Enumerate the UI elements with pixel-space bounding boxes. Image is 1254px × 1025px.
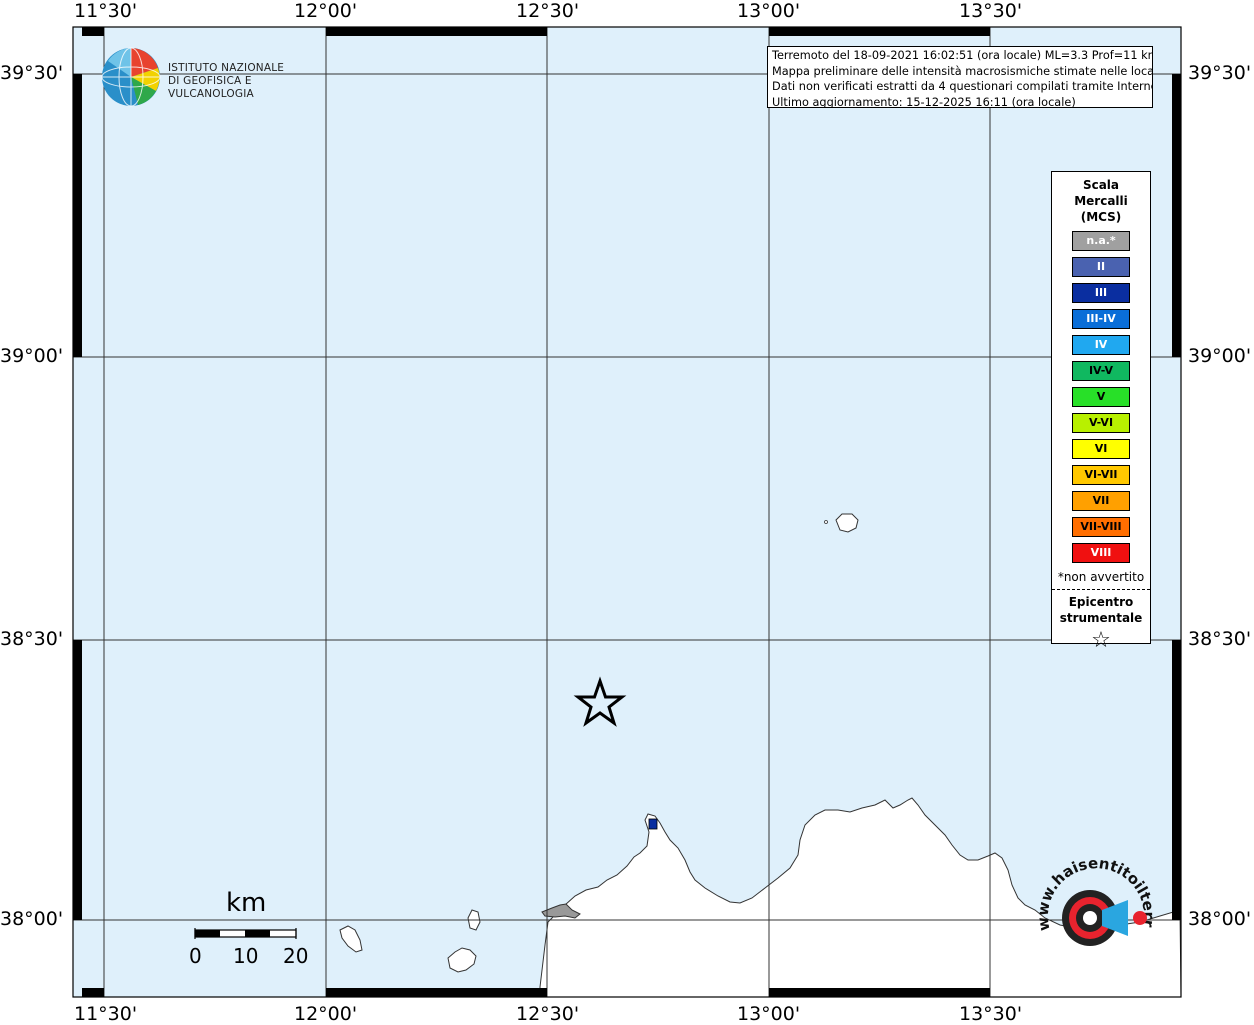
lat-label-left-3830: 38°30' [0, 628, 64, 650]
scale-bar-tick-10: 10 [233, 944, 259, 968]
legend-item-iii-iv: III-IV [1072, 309, 1130, 329]
lat-label-right-3800: 38°00' [1188, 908, 1252, 930]
lon-label-bottom-1130: 11°30' [74, 1003, 138, 1025]
legend-item-iv: IV [1072, 335, 1130, 355]
event-info-line1: Terremoto del 18-09-2021 16:02:51 (ora l… [772, 49, 1153, 62]
sea-area [73, 27, 1181, 997]
lon-label-bottom-1200: 12°00' [294, 1003, 358, 1025]
event-info-line4: Ultimo aggiornamento: 15-12-2025 16:11 (… [772, 95, 1076, 108]
legend-items: n.a.* II III III-IV IV IV-V V V-VI VI VI-VII VII VI… [1052, 231, 1150, 563]
legend-separator [1052, 589, 1150, 590]
lon-label-top-1130: 11°30' [74, 0, 138, 22]
ingv-logo-text: ISTITUTO NAZIONALE DI GEOFISICA E VULCAN… [168, 62, 320, 101]
legend-item-vii: VII [1072, 491, 1130, 511]
scale-bar-tick-20: 20 [283, 944, 309, 968]
legend-title-line1: Scala [1082, 178, 1120, 192]
legend-note: *non avvertito [1057, 570, 1145, 584]
scale-bar: km 0 10 20 [186, 888, 316, 968]
legend-item-v: V [1072, 387, 1130, 407]
lon-label-bottom-1330: 13°30' [959, 1003, 1023, 1025]
legend-item-vi-vii: VI-VII [1072, 465, 1130, 485]
event-info-line2: Mappa preliminare delle intensità macros… [772, 64, 1153, 78]
ustica-islet [824, 520, 828, 524]
legend-item-iv-v: IV-V [1072, 361, 1130, 381]
lon-label-bottom-1300: 13°00' [737, 1003, 801, 1025]
legend-item-n-a-: n.a.* [1072, 231, 1130, 251]
lon-label-bottom-1230: 12°30' [516, 1003, 580, 1025]
hsit-logo: www.haisentitoilterremoto.it [1022, 836, 1160, 980]
lat-label-right-3830: 38°30' [1188, 628, 1252, 650]
scale-bar-graphic [194, 928, 297, 939]
legend-star-icon: ☆ [1091, 628, 1111, 653]
lat-label-right-3930: 39°30' [1188, 62, 1252, 84]
lon-label-top-1300: 13°00' [737, 0, 801, 22]
scale-bar-tick-0: 0 [189, 944, 202, 968]
lat-label-left-3800: 38°00' [0, 908, 64, 930]
legend-item-v-vi: V-VI [1072, 413, 1130, 433]
lat-label-left-3930: 39°30' [0, 62, 64, 84]
legend-item-vi: VI [1072, 439, 1130, 459]
legend-item-ii: II [1072, 257, 1130, 277]
legend-epicentre-label: Epicentro strumentale [1052, 594, 1150, 626]
reported-place-marker [648, 818, 658, 830]
legend-item-iii: III [1072, 283, 1130, 303]
event-info-line3: Dati non verificati estratti da 4 questi… [772, 80, 1153, 93]
lon-label-top-1330: 13°30' [959, 0, 1023, 22]
legend-title-line3: (MCS) [1080, 210, 1122, 224]
mcs-legend: Scala Mercalli (MCS) n.a.* II III III-IV IV I… [1051, 171, 1151, 653]
legend-epicentre-line2: strumentale [1059, 611, 1143, 625]
lat-label-right-3900: 39°00' [1188, 345, 1252, 367]
ingv-globe-icon [101, 47, 161, 107]
legend-item-viii: VIII [1072, 543, 1130, 563]
hsit-target-icon: www.haisentitoilterremoto.it [1022, 836, 1158, 946]
legend-item-vii-viii: VII-VIII [1072, 517, 1130, 537]
legend-epicentre-line1: Epicentro [1068, 595, 1134, 609]
legend-title-line2: Mercalli [1074, 194, 1128, 208]
ingv-logo-line1: ISTITUTO NAZIONALE [168, 62, 285, 74]
lon-label-top-1200: 12°00' [294, 0, 358, 22]
lat-label-left-3900: 39°00' [0, 345, 64, 367]
event-info-box: Terremoto del 18-09-2021 16:02:51 (ora l… [767, 46, 1153, 108]
lon-label-top-1230: 12°30' [516, 0, 580, 22]
ingv-logo-line2: DI GEOFISICA E VULCANOLOGIA [168, 75, 254, 100]
legend-title: Scala Mercalli (MCS) [1052, 177, 1150, 225]
ingv-logo: ISTITUTO NAZIONALE DI GEOFISICA E VULCAN… [100, 46, 320, 110]
scale-bar-unit: km [226, 888, 267, 918]
